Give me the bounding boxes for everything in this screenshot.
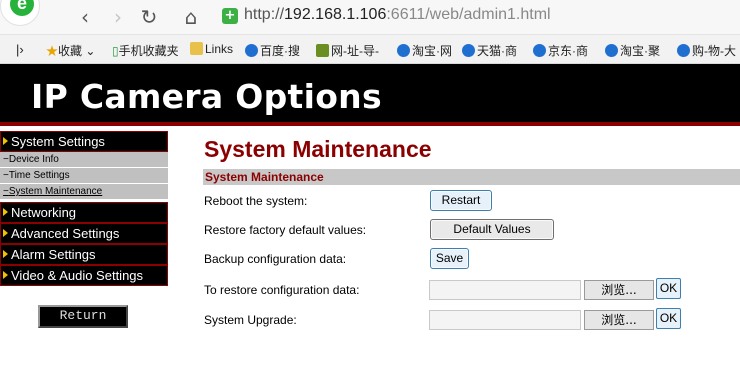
- star-icon: ★: [46, 44, 59, 58]
- bookmark-shopping[interactable]: 购-物-大: [677, 42, 736, 59]
- bookmark-site-nav[interactable]: 网-址-导-: [316, 42, 379, 59]
- page-banner: IP Camera Options: [0, 64, 740, 126]
- ie-icon: [462, 44, 475, 57]
- url-path: :6611/web/admin1.html: [386, 6, 551, 23]
- menu-arrow-icon: [3, 271, 8, 279]
- section-label: System Maintenance: [205, 170, 324, 184]
- upgrade-label: System Upgrade:: [204, 313, 297, 327]
- return-button[interactable]: Return: [38, 305, 128, 328]
- bookmark-links[interactable]: Links: [190, 42, 233, 56]
- site-icon: [316, 44, 329, 57]
- save-button[interactable]: Save: [430, 248, 469, 269]
- page-title: System Maintenance: [204, 136, 432, 162]
- bookmark-juhuasuan[interactable]: 淘宝·聚: [605, 42, 660, 59]
- restore-ok-button[interactable]: OK: [656, 278, 681, 299]
- address-bar[interactable]: http://192.168.1.106:6611/web/admin1.htm…: [244, 6, 551, 24]
- submenu-system-maintenance[interactable]: −System Maintenance: [0, 184, 168, 200]
- submenu-time-settings[interactable]: −Time Settings: [0, 168, 168, 184]
- url-host: 192.168.1.106: [284, 6, 387, 23]
- ie-icon: [605, 44, 618, 57]
- ie-icon: [397, 44, 410, 57]
- restore-browse-button[interactable]: 浏览...: [584, 280, 654, 300]
- home-icon[interactable]: ⌂: [180, 6, 202, 28]
- banner-title: IP Camera Options: [31, 77, 382, 116]
- menu-arrow-icon: [3, 208, 8, 216]
- back-icon[interactable]: ‹: [74, 6, 96, 28]
- forward-icon[interactable]: ›: [107, 6, 129, 28]
- sidebar-toggle-icon[interactable]: |›: [16, 42, 24, 57]
- url-prefix: http://: [244, 6, 285, 23]
- bookmark-jd[interactable]: 京东·商: [533, 42, 588, 59]
- menu-system-settings[interactable]: System Settings: [0, 131, 168, 152]
- default-values-button[interactable]: Default Values: [430, 219, 554, 240]
- bookmark-tmall[interactable]: 天猫·商: [462, 42, 517, 59]
- restore-label: To restore configuration data:: [204, 283, 360, 297]
- folder-icon: [190, 42, 203, 55]
- bookmark-baidu[interactable]: 百度·搜: [245, 42, 300, 59]
- menu-arrow-icon: [3, 229, 8, 237]
- menu-networking[interactable]: Networking: [0, 202, 168, 223]
- bookmark-taobao[interactable]: 淘宝·网: [397, 42, 452, 59]
- ie-icon: [245, 44, 258, 57]
- menu-arrow-icon: [3, 250, 8, 258]
- submenu-device-info[interactable]: −Device Info: [0, 152, 168, 168]
- menu-arrow-icon: [3, 137, 8, 145]
- ie-icon: [533, 44, 546, 57]
- factory-default-label: Restore factory default values:: [204, 223, 367, 237]
- restart-button[interactable]: Restart: [430, 190, 492, 211]
- browser-chrome: e ‹ › ↻ ⌂ + http://192.168.1.106:6611/we…: [0, 0, 740, 64]
- bookmark-favorites[interactable]: ★收藏 ⌄: [46, 42, 95, 59]
- menu-advanced-settings[interactable]: Advanced Settings: [0, 223, 168, 244]
- upgrade-file-input[interactable]: [429, 310, 581, 330]
- security-shield-icon[interactable]: +: [222, 8, 238, 24]
- menu-video-audio-settings[interactable]: Video & Audio Settings: [0, 265, 168, 286]
- phone-icon: ▯: [112, 44, 119, 58]
- refresh-icon[interactable]: ↻: [138, 6, 160, 28]
- section-header: System Maintenance: [203, 169, 740, 185]
- ie-icon: [677, 44, 690, 57]
- reboot-label: Reboot the system:: [204, 194, 308, 208]
- menu-alarm-settings[interactable]: Alarm Settings: [0, 244, 168, 265]
- restore-file-input[interactable]: [429, 280, 581, 300]
- upgrade-browse-button[interactable]: 浏览...: [584, 310, 654, 330]
- bookmark-mobile[interactable]: ▯手机收藏夹: [112, 42, 179, 59]
- upgrade-ok-button[interactable]: OK: [656, 308, 681, 329]
- backup-label: Backup configuration data:: [204, 252, 347, 266]
- address-row: e ‹ › ↻ ⌂ + http://192.168.1.106:6611/we…: [0, 0, 740, 34]
- bookmarks-bar: |› ★收藏 ⌄ ▯手机收藏夹 Links 百度·搜 网-址-导- 淘宝·网 天…: [0, 34, 740, 64]
